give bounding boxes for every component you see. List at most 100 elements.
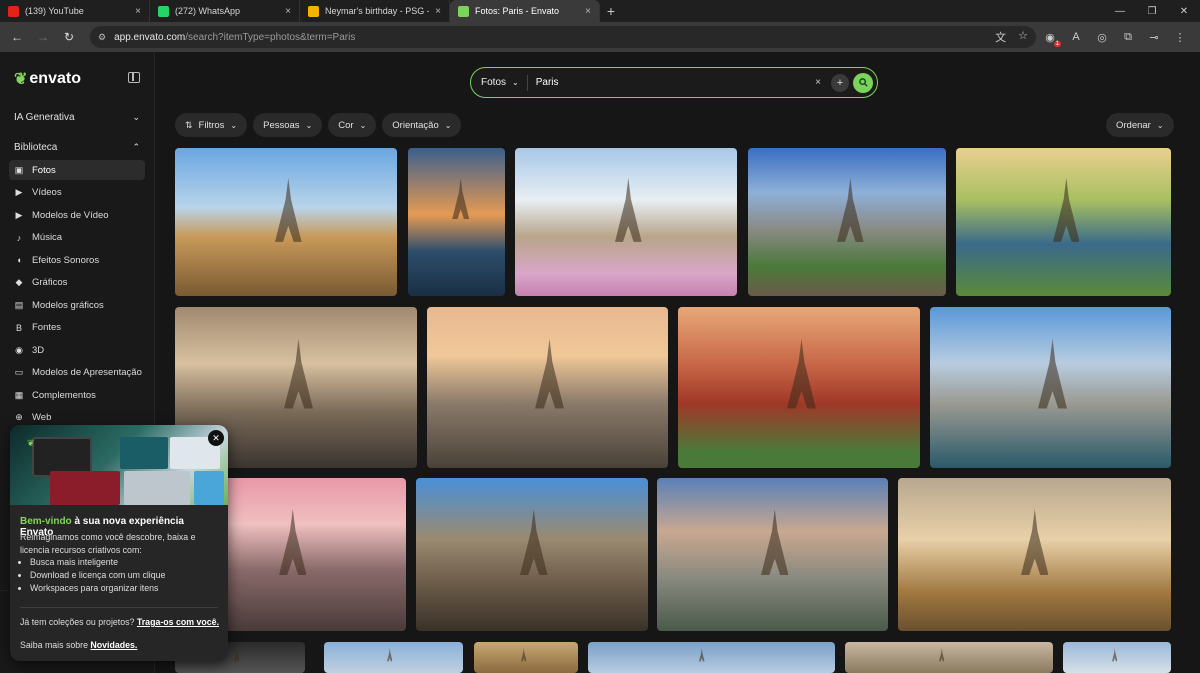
eiffel-tower-icon [786, 339, 816, 409]
extension-circle-icon[interactable]: ◎ [1094, 31, 1110, 44]
photo-thumbnail[interactable] [956, 148, 1171, 296]
eiffel-tower-icon [386, 648, 393, 662]
sidebar-section-1[interactable]: Biblioteca ⌃ [14, 142, 140, 153]
tab-label: Fotos: Paris - Envato [475, 6, 560, 16]
photo-thumbnail[interactable] [324, 642, 463, 673]
extension-a-icon[interactable]: A [1068, 31, 1084, 43]
photo-thumbnail[interactable] [930, 307, 1171, 468]
sidebar-collapse-icon[interactable] [128, 72, 140, 83]
window-controls: — ❐ ✕ [1104, 0, 1200, 22]
eiffel-tower-icon [274, 177, 302, 242]
extension-badge-icon[interactable]: ◉ 1 [1042, 31, 1061, 47]
sidebar-item-label: Modelos de Apresentação [32, 367, 142, 378]
browser-tab-0[interactable]: (139) YouTube × [0, 0, 150, 22]
tab-close-icon[interactable]: × [285, 6, 291, 17]
tab-close-icon[interactable]: × [135, 6, 141, 17]
photo-thumbnail[interactable] [175, 148, 397, 296]
filter-chip-2[interactable]: Cor ⌄ [328, 113, 377, 137]
sidebar-item-0[interactable]: ▣ Fotos [9, 160, 145, 180]
tab-label: Neymar's birthday - PSG - Goo [325, 6, 429, 16]
image-icon: ▣ [14, 164, 24, 175]
envato-logo[interactable]: ❦ envato [14, 69, 81, 89]
3d-icon: ◉ [15, 344, 23, 355]
browser-tab-3[interactable]: Fotos: Paris - Envato × [450, 0, 600, 22]
filter-chip-0[interactable]: ⇅ Filtros ⌄ [175, 113, 248, 137]
photo-thumbnail[interactable] [748, 148, 946, 296]
photo-thumbnail[interactable] [588, 642, 835, 673]
sidebar-item-label: Web [32, 412, 52, 423]
minimize-icon[interactable]: — [1104, 0, 1136, 22]
photo-thumbnail[interactable] [474, 642, 578, 673]
new-tab-icon[interactable]: + [600, 0, 622, 22]
tab-favicon-icon [8, 5, 19, 17]
search-icon[interactable] [853, 72, 873, 93]
item-type-dropdown[interactable]: Fotos ⌄ [481, 74, 528, 91]
news-link[interactable]: Novidades. [90, 640, 137, 650]
sidebar-item-7[interactable]: B Fontes [9, 318, 145, 338]
filter-label: Pessoas [263, 119, 300, 131]
search-bar: Fotos ⌄ Paris × + [470, 67, 878, 98]
sidebar-item-1[interactable]: ▶ Vídeos [9, 183, 145, 203]
eiffel-tower-icon [278, 508, 307, 575]
site-info-icon[interactable]: ⚙ [98, 32, 106, 43]
photo-thumbnail[interactable] [515, 148, 737, 296]
filter-label: Orientação [392, 119, 439, 131]
filter-chip-3[interactable]: Orientação ⌄ [382, 113, 462, 137]
reload-icon[interactable]: ↻ [58, 26, 80, 48]
bookmark-star-icon[interactable]: ☆ [1018, 29, 1028, 45]
chevron-down-icon: ⌄ [305, 120, 313, 130]
sidebar-item-2[interactable]: ▶ Modelos de Vídeo [9, 205, 145, 225]
search-input[interactable]: Paris [536, 77, 815, 88]
back-icon[interactable]: ← [6, 26, 28, 48]
puzzle-icon[interactable]: ⧉ [1120, 31, 1136, 44]
chevron-down-icon: ⌄ [359, 120, 367, 130]
menu-dots-icon[interactable]: ⋮ [1172, 31, 1188, 44]
photo-thumbnail[interactable] [845, 642, 1053, 673]
browser-tab-2[interactable]: Neymar's birthday - PSG - Goo × [300, 0, 450, 22]
photo-thumbnail[interactable] [408, 148, 505, 296]
profile-icon[interactable]: ⊸ [1146, 31, 1162, 44]
photo-thumbnail[interactable] [1063, 642, 1171, 673]
addons-icon: ▦ [14, 389, 24, 400]
sidebar-section-label: IA Generativa [14, 112, 75, 123]
translate-icon[interactable]: 文 [995, 29, 1006, 45]
close-icon[interactable]: ✕ [208, 430, 224, 446]
envato-leaf-icon: ❦ [14, 71, 28, 88]
sound-effects-icon: ◖ [16, 255, 22, 265]
restore-icon[interactable]: ❐ [1136, 0, 1168, 22]
presentation-icon: ▭ [14, 367, 24, 377]
sidebar-item-8[interactable]: ◉ 3D [9, 340, 145, 360]
sidebar-item-9[interactable]: ▭ Modelos de Apresentação [9, 363, 145, 383]
tab-close-icon[interactable]: × [585, 6, 591, 17]
photo-thumbnail[interactable] [657, 478, 888, 631]
tab-favicon-icon [458, 5, 469, 17]
sidebar-item-4[interactable]: ◖ Efeitos Sonoros [9, 250, 145, 270]
sidebar-item-5[interactable]: ◆ Gráficos [9, 273, 145, 293]
clear-search-icon[interactable]: × [815, 77, 821, 88]
photo-thumbnail[interactable] [678, 307, 920, 468]
browser-toolbar: ← → ↻ ⚙ app.envato.com/search?itemType=p… [0, 22, 1200, 52]
photo-thumbnail[interactable] [427, 307, 668, 468]
eiffel-tower-icon [1038, 339, 1068, 409]
sort-dropdown[interactable]: Ordenar ⌄ [1106, 113, 1174, 137]
forward-icon[interactable]: → [32, 26, 54, 48]
sidebar-item-3[interactable]: ♪ Música [9, 228, 145, 248]
address-bar[interactable]: ⚙ app.envato.com/search?itemType=photos&… [90, 26, 1036, 48]
bring-collections-link[interactable]: Traga-os com você. [137, 617, 219, 627]
browser-tab-1[interactable]: (272) WhatsApp × [150, 0, 300, 22]
eiffel-tower-icon [837, 177, 864, 242]
graphic-templates-icon: ▤ [14, 299, 24, 310]
close-window-icon[interactable]: ✕ [1168, 0, 1200, 22]
sidebar-item-6[interactable]: ▤ Modelos gráficos [9, 295, 145, 315]
photo-thumbnail[interactable] [416, 478, 648, 631]
sort-label: Ordenar [1116, 119, 1151, 131]
main-content: Fotos ⌄ Paris × + ⇅ Filtros ⌄ Pessoas ⌄ Cor ⌄ O… [155, 52, 1200, 673]
fonts-icon: B [15, 322, 22, 333]
photo-thumbnail[interactable] [898, 478, 1171, 631]
add-filter-icon[interactable]: + [831, 73, 849, 92]
sidebar-section-0[interactable]: IA Generativa ⌄ [14, 112, 140, 123]
filter-chip-1[interactable]: Pessoas ⌄ [253, 113, 323, 137]
sidebar-item-10[interactable]: ▦ Complementos [9, 385, 145, 405]
tab-close-icon[interactable]: × [435, 6, 441, 17]
eiffel-tower-icon [938, 648, 945, 662]
